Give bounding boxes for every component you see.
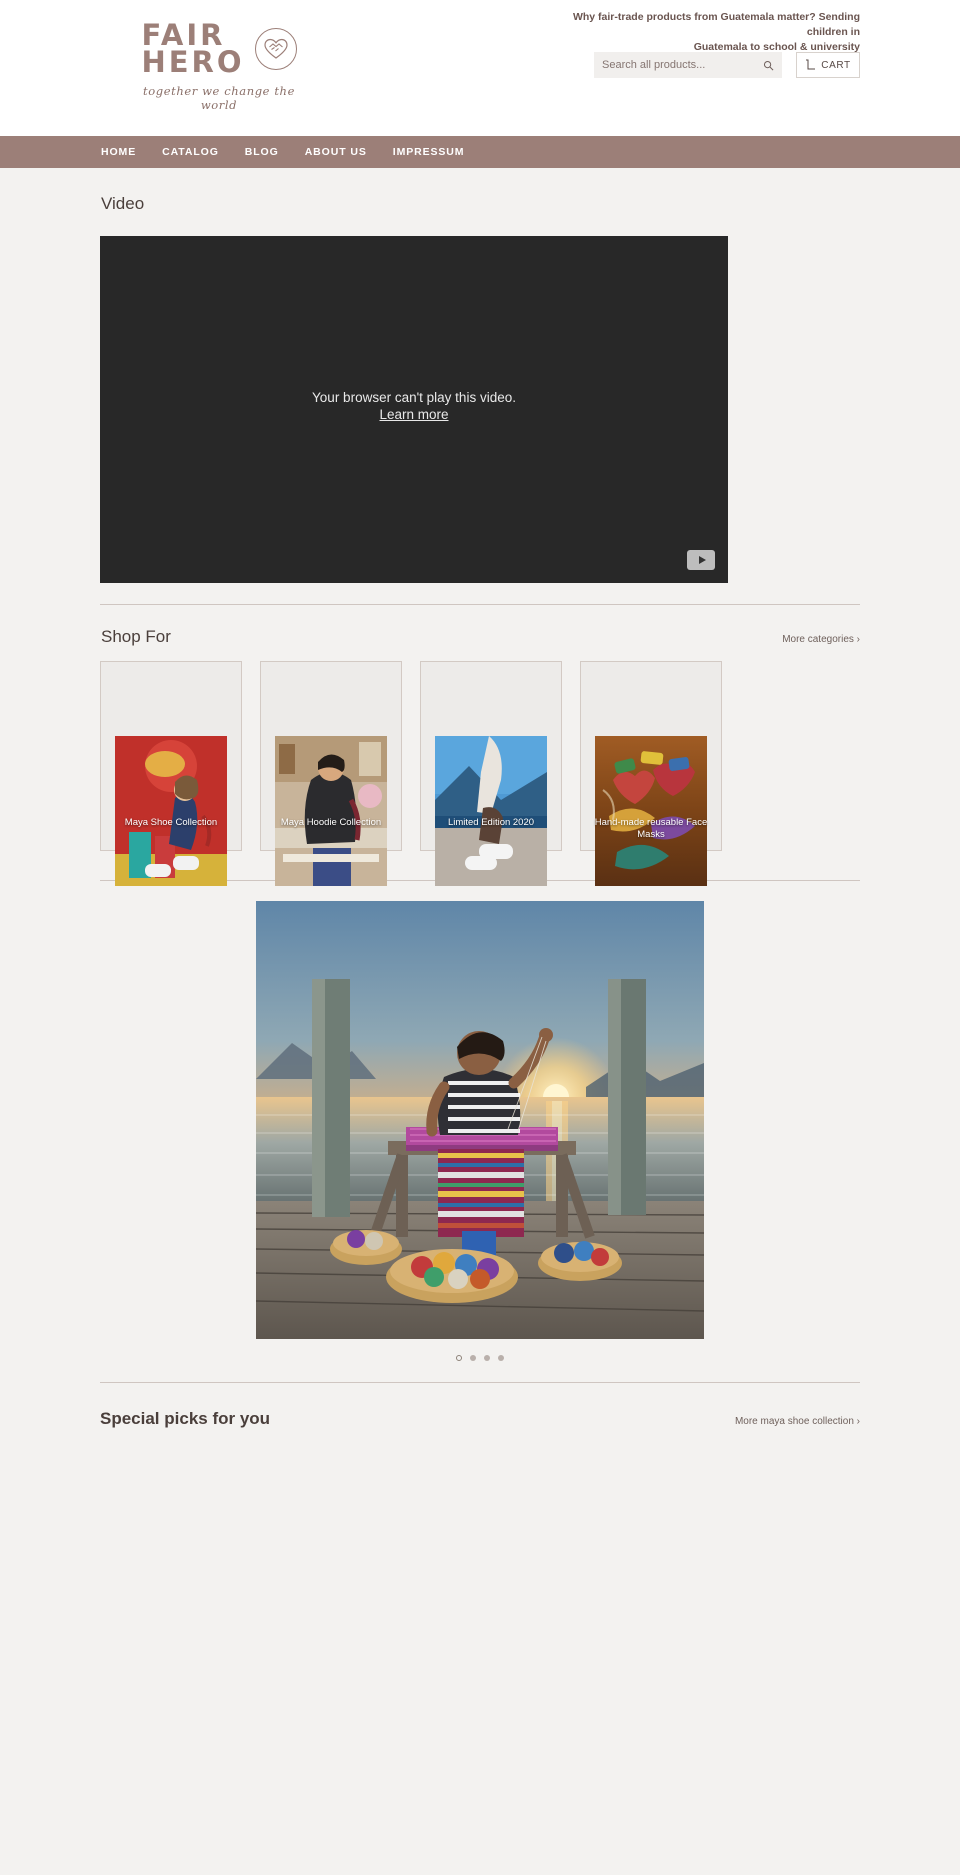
logo-row: FAIR HERO: [124, 21, 314, 79]
nav-item-catalog[interactable]: CATALOG: [162, 146, 219, 158]
nav-item-impressum[interactable]: IMPRESSUM: [393, 146, 465, 158]
category-card-maya-hoodie[interactable]: Maya Hoodie Collection: [260, 661, 402, 886]
nav-item-blog[interactable]: BLOG: [245, 146, 279, 158]
logo-line-2: HERO: [141, 44, 245, 79]
promo-line-1: Why fair-trade products from Guatemala m…: [572, 11, 860, 39]
category-image: [435, 736, 547, 886]
play-icon[interactable]: [687, 550, 715, 570]
handshake-heart-icon: [254, 27, 297, 70]
shop-for-title: Shop For: [101, 627, 171, 646]
hero-carousel[interactable]: [100, 901, 860, 1339]
main-navigation: HOME CATALOG BLOG ABOUT US IMPRESSUM: [0, 136, 960, 168]
carousel-dot-1[interactable]: [456, 1355, 462, 1361]
video-section-title: Video: [101, 194, 145, 213]
category-label: Hand-made reusable Face Masks: [594, 817, 708, 840]
nav-item-home[interactable]: HOME: [101, 146, 136, 158]
logo-tagline: together we change the world: [143, 84, 295, 113]
video-error-text: Your browser can't play this video.: [312, 390, 516, 405]
cart-icon: [805, 59, 816, 71]
site-logo[interactable]: FAIR HERO together we change the world: [124, 21, 314, 113]
category-label: Maya Hoodie Collection: [280, 817, 382, 828]
carousel-dot-4[interactable]: [498, 1355, 504, 1361]
page-root: FAIR HERO together we change the world W…: [0, 0, 960, 1429]
search-box[interactable]: [594, 52, 782, 78]
cart-button[interactable]: CART: [796, 52, 860, 78]
search-icon[interactable]: [759, 60, 774, 71]
category-card-limited-edition[interactable]: Limited Edition 2020: [420, 661, 562, 886]
site-header: FAIR HERO together we change the world W…: [0, 0, 960, 136]
search-input[interactable]: [602, 59, 759, 71]
category-image: [275, 736, 387, 886]
category-grid: Maya Shoe Collection Maya Hoodie Collect…: [100, 661, 860, 886]
hero-slide-image: [256, 901, 704, 1339]
category-card-maya-shoe[interactable]: Maya Shoe Collection: [100, 661, 242, 886]
special-picks-header: Special picks for you More maya shoe col…: [100, 1383, 860, 1429]
video-player[interactable]: Your browser can't play this video. Lear…: [100, 236, 728, 583]
carousel-dot-3[interactable]: [484, 1355, 490, 1361]
nav-item-about-us[interactable]: ABOUT US: [305, 146, 367, 158]
video-learn-more-link[interactable]: Learn more: [379, 407, 448, 423]
shop-for-header: Shop For More categories ›: [100, 605, 860, 647]
header-promo-text: Why fair-trade products from Guatemala m…: [530, 10, 860, 56]
more-maya-shoe-collection-link[interactable]: More maya shoe collection ›: [735, 1416, 860, 1427]
more-categories-link[interactable]: More categories ›: [782, 634, 860, 645]
carousel-dots: [100, 1355, 860, 1361]
category-label: Limited Edition 2020: [447, 817, 535, 828]
category-label: Maya Shoe Collection: [124, 817, 218, 828]
cart-label: CART: [821, 59, 851, 71]
header-tools: CART: [594, 52, 860, 78]
category-image: [115, 736, 227, 886]
video-error-message: Your browser can't play this video. Lear…: [100, 390, 728, 424]
carousel-dot-2[interactable]: [470, 1355, 476, 1361]
special-picks-title: Special picks for you: [100, 1409, 271, 1428]
main-content: Video Your browser can't play this video…: [100, 168, 860, 1429]
category-card-face-masks[interactable]: Hand-made reusable Face Masks: [580, 661, 722, 886]
logo-wordmark: FAIR HERO: [141, 21, 245, 79]
category-image: [595, 736, 707, 886]
